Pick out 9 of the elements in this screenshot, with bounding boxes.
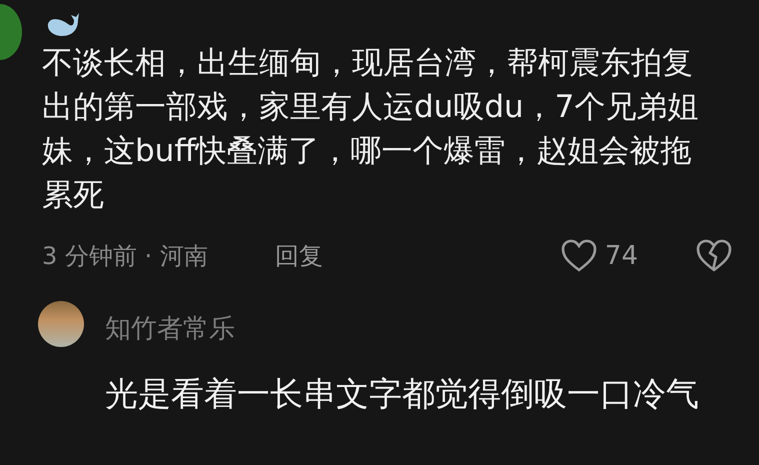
reply-button[interactable]: 回复	[275, 240, 323, 272]
reply-author[interactable]: 知竹者常乐	[105, 311, 699, 346]
like-count: 74	[604, 241, 638, 271]
timestamp-location: 3 分钟前 · 河南	[42, 241, 209, 272]
comment-text: 不谈长相，出生缅甸，现居台湾，帮柯震东拍复出的第一部戏，家里有人运du吸du，7个兄弟姐妹，这buff快叠满了，哪一个爆雷，赵姐会被拖累死	[42, 44, 700, 215]
reply-text: 光是看着一长串文字都觉得倒吸一口冷气	[105, 373, 699, 415]
broken-heart-icon[interactable]	[696, 239, 732, 273]
reply-avatar[interactable]	[38, 301, 84, 347]
heart-icon[interactable]	[560, 239, 597, 273]
